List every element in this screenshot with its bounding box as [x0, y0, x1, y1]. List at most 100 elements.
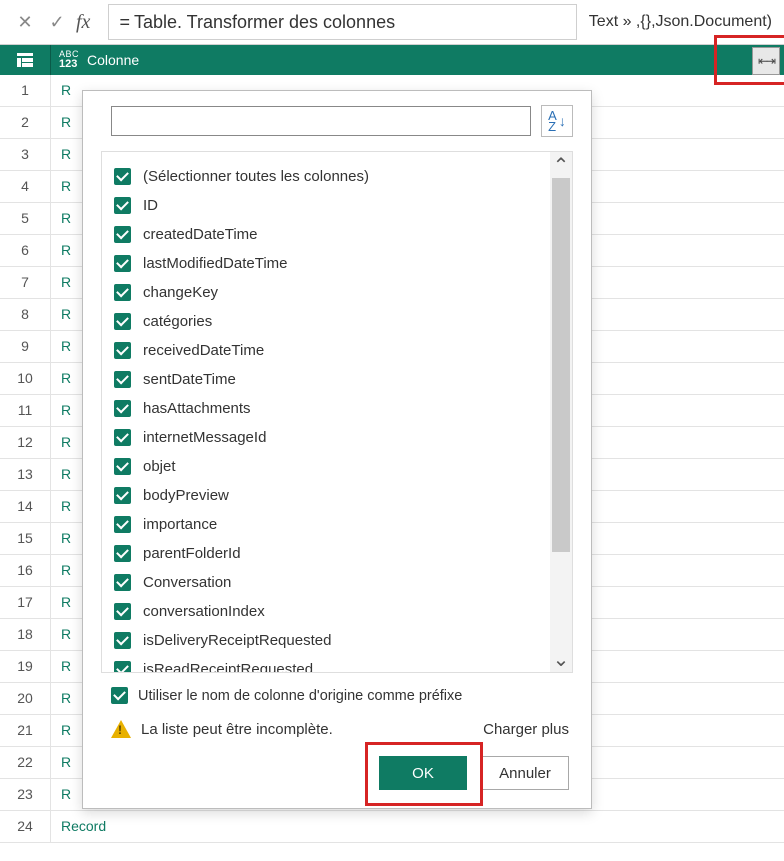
warning-icon	[111, 720, 131, 738]
column-option[interactable]: importance	[110, 510, 564, 539]
column-checkbox[interactable]	[114, 313, 131, 330]
accept-formula-icon[interactable]: ✓	[44, 9, 70, 35]
row-number[interactable]: 4	[0, 171, 51, 202]
row-number[interactable]: 24	[0, 811, 51, 842]
column-search-input[interactable]	[111, 106, 531, 136]
column-checkbox[interactable]	[114, 574, 131, 591]
row-number[interactable]: 2	[0, 107, 51, 138]
row-number[interactable]: 9	[0, 331, 51, 362]
cancel-formula-icon[interactable]: ✕	[12, 9, 38, 35]
column-option[interactable]: changeKey	[110, 278, 564, 307]
column-option-label: parentFolderId	[143, 545, 241, 562]
select-all-corner[interactable]	[0, 45, 51, 75]
sort-az-button[interactable]: AZ ↓	[541, 105, 573, 137]
column-option[interactable]: sentDateTime	[110, 365, 564, 394]
column-checkbox[interactable]	[114, 632, 131, 649]
row-number[interactable]: 12	[0, 427, 51, 458]
row-number[interactable]: 8	[0, 299, 51, 330]
column-checkbox[interactable]	[114, 545, 131, 562]
column-checkbox[interactable]	[114, 429, 131, 446]
row-number[interactable]: 23	[0, 779, 51, 810]
row-number[interactable]: 5	[0, 203, 51, 234]
scroll-track[interactable]	[550, 178, 572, 646]
scroll-down-icon[interactable]: ⌄	[550, 646, 572, 672]
table-row[interactable]: 24Record	[0, 811, 784, 843]
column-option[interactable]: receivedDateTime	[110, 336, 564, 365]
column-checkbox[interactable]	[114, 458, 131, 475]
column-checkbox[interactable]	[114, 661, 131, 672]
column-checkbox[interactable]	[114, 226, 131, 243]
row-number[interactable]: 17	[0, 587, 51, 618]
column-list: (Sélectionner toutes les colonnes) ID crea…	[102, 152, 572, 672]
expand-columns-popup: AZ ↓ (Sélectionner toutes les colonnes) I…	[82, 90, 592, 809]
column-option[interactable]: conversationIndex	[110, 597, 564, 626]
prefix-checkbox[interactable]	[111, 687, 128, 704]
column-option-label: Conversation	[143, 574, 231, 591]
column-checkbox[interactable]	[114, 255, 131, 272]
ok-button[interactable]: OK	[379, 756, 467, 790]
row-number[interactable]: 11	[0, 395, 51, 426]
column-option[interactable]: lastModifiedDateTime	[110, 249, 564, 278]
column-option[interactable]: objet	[110, 452, 564, 481]
prefix-option-row[interactable]: Utiliser le nom de colonne d'origine com…	[83, 673, 591, 710]
column-option[interactable]: internetMessageId	[110, 423, 564, 452]
row-number[interactable]: 7	[0, 267, 51, 298]
column-checkbox[interactable]	[114, 342, 131, 359]
row-number[interactable]: 6	[0, 235, 51, 266]
load-more-link[interactable]: Charger plus	[483, 721, 569, 738]
column-option-label: receivedDateTime	[143, 342, 264, 359]
scroll-thumb[interactable]	[552, 178, 570, 552]
formula-overflow-text: Text » ,{},Json.Document)	[577, 13, 784, 31]
row-number[interactable]: 21	[0, 715, 51, 746]
row-number[interactable]: 15	[0, 523, 51, 554]
scrollbar[interactable]: ⌃ ⌄	[550, 152, 572, 672]
column-checkbox[interactable]	[114, 603, 131, 620]
column-option-label: sentDateTime	[143, 371, 236, 388]
column-option-label: objet	[143, 458, 176, 475]
row-number[interactable]: 20	[0, 683, 51, 714]
column-option[interactable]: catégories	[110, 307, 564, 336]
row-number[interactable]: 19	[0, 651, 51, 682]
column-option[interactable]: parentFolderId	[110, 539, 564, 568]
column-checkbox[interactable]	[114, 516, 131, 533]
column-option-label: (Sélectionner toutes les colonnes)	[143, 168, 369, 185]
column-option[interactable]: createdDateTime	[110, 220, 564, 249]
row-number[interactable]: 1	[0, 75, 51, 106]
column-option-label: hasAttachments	[143, 400, 251, 417]
row-number[interactable]: 22	[0, 747, 51, 778]
column-option[interactable]: (Sélectionner toutes les colonnes)	[110, 162, 564, 191]
cancel-button[interactable]: Annuler	[481, 756, 569, 790]
row-number[interactable]: 18	[0, 619, 51, 650]
formula-bar: ✕ ✓ fx = Table. Transformer des colonnes…	[0, 0, 784, 45]
cell-value[interactable]: Record	[51, 811, 784, 842]
column-option[interactable]: isDeliveryReceiptRequested	[110, 626, 564, 655]
sort-az-label: AZ	[548, 110, 557, 132]
column-option[interactable]: bodyPreview	[110, 481, 564, 510]
column-checkbox[interactable]	[114, 371, 131, 388]
column-option[interactable]: ID	[110, 191, 564, 220]
column-name: Colonne	[87, 52, 139, 68]
row-number[interactable]: 14	[0, 491, 51, 522]
column-option[interactable]: isReadReceiptRequested	[110, 655, 564, 672]
scroll-up-icon[interactable]: ⌃	[550, 152, 572, 178]
expand-column-button[interactable]: ⇤⇥	[752, 47, 780, 75]
column-checkbox[interactable]	[114, 400, 131, 417]
column-checkbox[interactable]	[114, 168, 131, 185]
row-number[interactable]: 16	[0, 555, 51, 586]
column-header-colonne[interactable]: ABC 123 Colonne ⇤⇥	[51, 45, 784, 75]
row-number[interactable]: 3	[0, 139, 51, 170]
column-option-label: internetMessageId	[143, 429, 266, 446]
prefix-label: Utiliser le nom de colonne d'origine com…	[138, 688, 462, 704]
formula-input[interactable]: = Table. Transformer des colonnes	[108, 4, 576, 40]
column-option[interactable]: hasAttachments	[110, 394, 564, 423]
column-checkbox[interactable]	[114, 197, 131, 214]
column-option-label: createdDateTime	[143, 226, 258, 243]
sort-down-arrow-icon: ↓	[559, 113, 566, 129]
column-option[interactable]: Conversation	[110, 568, 564, 597]
column-checkbox[interactable]	[114, 284, 131, 301]
column-checkbox[interactable]	[114, 487, 131, 504]
row-number[interactable]: 13	[0, 459, 51, 490]
column-option-label: conversationIndex	[143, 603, 265, 620]
row-number[interactable]: 10	[0, 363, 51, 394]
column-option-label: importance	[143, 516, 217, 533]
